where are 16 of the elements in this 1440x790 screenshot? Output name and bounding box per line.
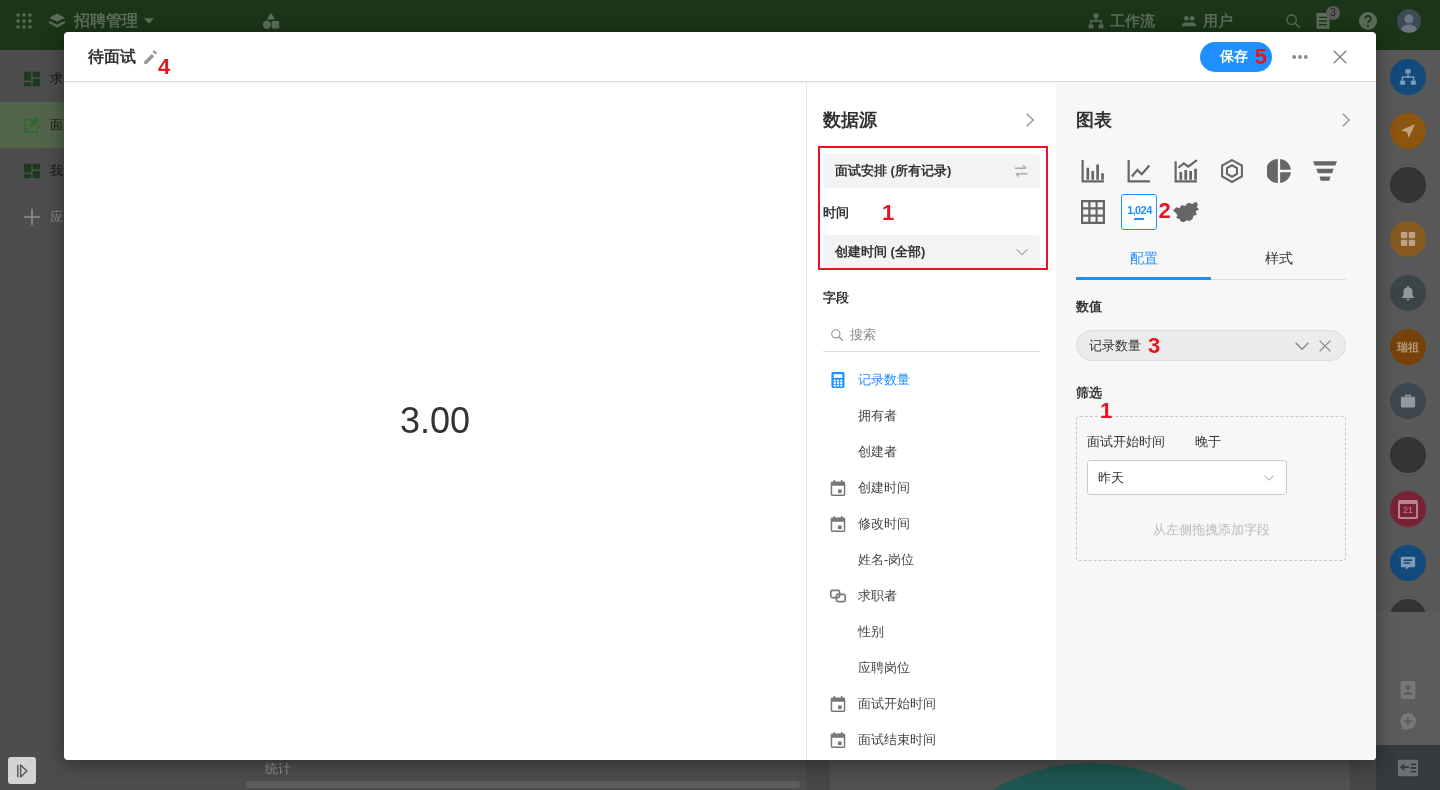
section-label: 筛选 xyxy=(1076,384,1102,402)
filter-field-name: 面试开始时间 xyxy=(1087,433,1165,451)
panel-heading: 图表 xyxy=(1076,109,1112,132)
annotation-number: 3 xyxy=(1148,334,1161,357)
annotation-number: 4 xyxy=(158,55,171,78)
annotation-number: 1 xyxy=(882,202,895,224)
annotation-number: 2 xyxy=(1158,200,1171,222)
panel-heading: 数据源 xyxy=(823,109,877,132)
section-label: 字段 xyxy=(823,289,849,307)
section-label: 时间 xyxy=(823,204,849,222)
annotation-number: 5 xyxy=(1254,45,1267,68)
metric-value: 3.00 xyxy=(399,399,471,443)
dialog-title: 待面试 xyxy=(88,46,136,67)
annotation-number: 1 xyxy=(1100,400,1113,422)
notification-count: 3 xyxy=(1326,6,1340,20)
section-label: 数值 xyxy=(1076,298,1102,316)
